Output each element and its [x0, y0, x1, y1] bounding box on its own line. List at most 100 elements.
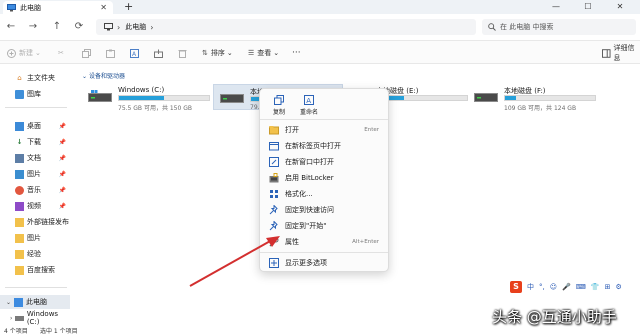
sidebar-item-label: 百度搜索 — [27, 266, 55, 274]
sidebar-item-label: 图库 — [27, 90, 41, 98]
sogou-logo-icon[interactable]: S — [510, 280, 522, 293]
rename-button[interactable]: A — [130, 46, 139, 60]
sidebar-item-documents[interactable]: 文档 📌 — [0, 151, 70, 165]
details-pane-button[interactable]: 详细信息 — [602, 44, 640, 62]
sidebar-item-music[interactable]: 音乐 📌 — [0, 183, 70, 197]
chevron-down-icon[interactable]: ⌄ — [6, 299, 11, 306]
maximize-button[interactable]: ☐ — [576, 0, 600, 14]
sidebar-item-gallery[interactable]: 图库 — [0, 87, 70, 101]
tab-this-pc[interactable]: 此电脑 ✕ — [3, 1, 113, 14]
menu-item-more-options[interactable]: 显示更多选项 — [263, 255, 387, 271]
settings-icon[interactable]: ⚙ — [615, 283, 621, 291]
search-box[interactable]: 在 此电脑 中搜索 — [482, 19, 636, 35]
drive-item[interactable]: Windows (C:) 75.5 GB 可用，共 150 GB — [82, 84, 212, 112]
pin-icon — [269, 221, 278, 231]
cut-button[interactable]: ✂ — [58, 46, 64, 60]
pictures-icon — [15, 169, 24, 179]
pin-icon: 📌 — [58, 138, 66, 146]
search-input[interactable]: 在 此电脑 中搜索 — [500, 22, 553, 32]
sidebar-item-drive-c[interactable]: › Windows (C:) — [0, 310, 70, 326]
rename-quick-action[interactable]: A 重命名 — [294, 95, 324, 116]
sidebar-item-label: Windows (C:) — [26, 310, 59, 326]
new-tab-button[interactable]: + — [124, 0, 133, 13]
sidebar-item-folder[interactable]: 百度搜索 — [0, 263, 70, 277]
sidebar-item-desktop[interactable]: 桌面 📌 — [0, 119, 70, 133]
drive-item[interactable]: 本地磁盘 (F:) 109 GB 可用，共 124 GB — [468, 84, 598, 112]
breadcrumb-separator[interactable]: › — [117, 23, 120, 32]
new-window-icon — [269, 157, 279, 167]
menu-item-label: 打开 — [285, 126, 299, 134]
sidebar-item-this-pc[interactable]: ⌄ 此电脑 — [0, 295, 70, 309]
up-button[interactable]: ↑ — [50, 20, 64, 34]
plus-circle-icon — [7, 48, 16, 58]
menu-item-shortcut: Alt+Enter — [352, 239, 379, 245]
paste-icon — [106, 49, 115, 58]
desktop-icon — [15, 121, 24, 131]
chevron-right-icon[interactable]: › — [10, 315, 12, 322]
sidebar-item-downloads[interactable]: ↓ 下载 📌 — [0, 135, 70, 149]
close-button[interactable]: ✕ — [608, 0, 632, 14]
sidebar-item-label: 图片 — [27, 234, 41, 242]
video-icon — [15, 201, 24, 211]
share-icon — [154, 49, 163, 58]
sidebar-item-pictures[interactable]: 图片 📌 — [0, 167, 70, 181]
sidebar-item-home[interactable]: ⌂ 主文件夹 — [0, 71, 70, 85]
back-button[interactable]: ← — [4, 20, 18, 34]
sidebar-item-folder[interactable]: 外部链接发布 — [0, 215, 70, 229]
emoji-icon[interactable]: ☺ — [550, 283, 557, 291]
copy-quick-action[interactable]: 复制 — [264, 95, 294, 116]
details-label: 详细信息 — [613, 44, 635, 62]
ime-chinese-mode[interactable]: 中 — [527, 282, 534, 292]
ime-punctuation[interactable]: °, — [539, 283, 545, 291]
details-pane-icon — [602, 48, 611, 58]
group-header[interactable]: ⌄ 设备和驱动器 — [82, 71, 125, 80]
view-button[interactable]: ☰ 查看 ⌄ — [248, 46, 279, 60]
menu-item-open[interactable]: 打开 Enter — [263, 122, 387, 138]
menu-item-label: 固定到快速访问 — [285, 206, 334, 214]
menu-item-pin-start[interactable]: 固定到"开始" — [263, 218, 387, 234]
menu-item-properties[interactable]: 属性 Alt+Enter — [263, 234, 387, 250]
drive-icon — [220, 94, 244, 103]
bitlocker-icon — [269, 173, 279, 183]
new-button[interactable]: 新建 ⌄ — [7, 46, 41, 60]
microphone-icon[interactable]: 🎤 — [562, 283, 571, 291]
menu-item-format[interactable]: 格式化... — [263, 186, 387, 202]
refresh-button[interactable]: ⟳ — [72, 20, 86, 34]
address-row: ← → ↑ ⟳ › 此电脑 › 在 此电脑 中搜索 — [0, 14, 640, 40]
tab-close-button[interactable]: ✕ — [100, 1, 107, 14]
pin-icon: 📌 — [58, 202, 66, 210]
address-bar[interactable]: › 此电脑 › — [96, 19, 476, 35]
copy-button[interactable] — [82, 46, 91, 60]
sidebar-item-folder[interactable]: 经验 — [0, 247, 70, 261]
sort-button[interactable]: ⇅ 排序 ⌄ — [202, 46, 233, 60]
pin-icon: 📌 — [58, 154, 66, 162]
folder-icon — [15, 249, 24, 259]
keyboard-icon[interactable]: ⌨ — [576, 283, 586, 291]
menu-divider — [260, 119, 388, 120]
share-button[interactable] — [154, 46, 163, 60]
menu-item-shortcut: Enter — [364, 127, 379, 133]
breadcrumb-this-pc[interactable]: 此电脑 — [125, 22, 146, 32]
toolbox-icon[interactable]: ⊞ — [605, 283, 611, 291]
menu-item-label: 属性 — [285, 238, 299, 246]
menu-item-open-new-tab[interactable]: 在新标签页中打开 — [263, 138, 387, 154]
skin-icon[interactable]: 👕 — [591, 283, 600, 291]
forward-button[interactable]: → — [26, 20, 40, 34]
trash-icon — [178, 49, 187, 58]
pin-icon: 📌 — [58, 170, 66, 178]
minimize-button[interactable]: — — [544, 0, 568, 14]
computer-icon — [104, 23, 113, 31]
menu-item-open-new-window[interactable]: 在新窗口中打开 — [263, 154, 387, 170]
breadcrumb-separator[interactable]: › — [150, 23, 153, 32]
sidebar-item-folder[interactable]: 图片 — [0, 231, 70, 245]
delete-button[interactable] — [178, 46, 187, 60]
menu-item-pin-quick-access[interactable]: 固定到快速访问 — [263, 202, 387, 218]
more-button[interactable]: ··· — [292, 46, 301, 60]
watermark: 头条 @互通小助手 — [492, 308, 617, 326]
sidebar-item-videos[interactable]: 视频 📌 — [0, 199, 70, 213]
paste-button[interactable] — [106, 46, 115, 60]
pin-icon — [269, 205, 278, 215]
sidebar-item-label: 经验 — [27, 250, 41, 258]
menu-item-bitlocker[interactable]: 启用 BitLocker — [263, 170, 387, 186]
quick-action-label: 复制 — [272, 109, 285, 116]
